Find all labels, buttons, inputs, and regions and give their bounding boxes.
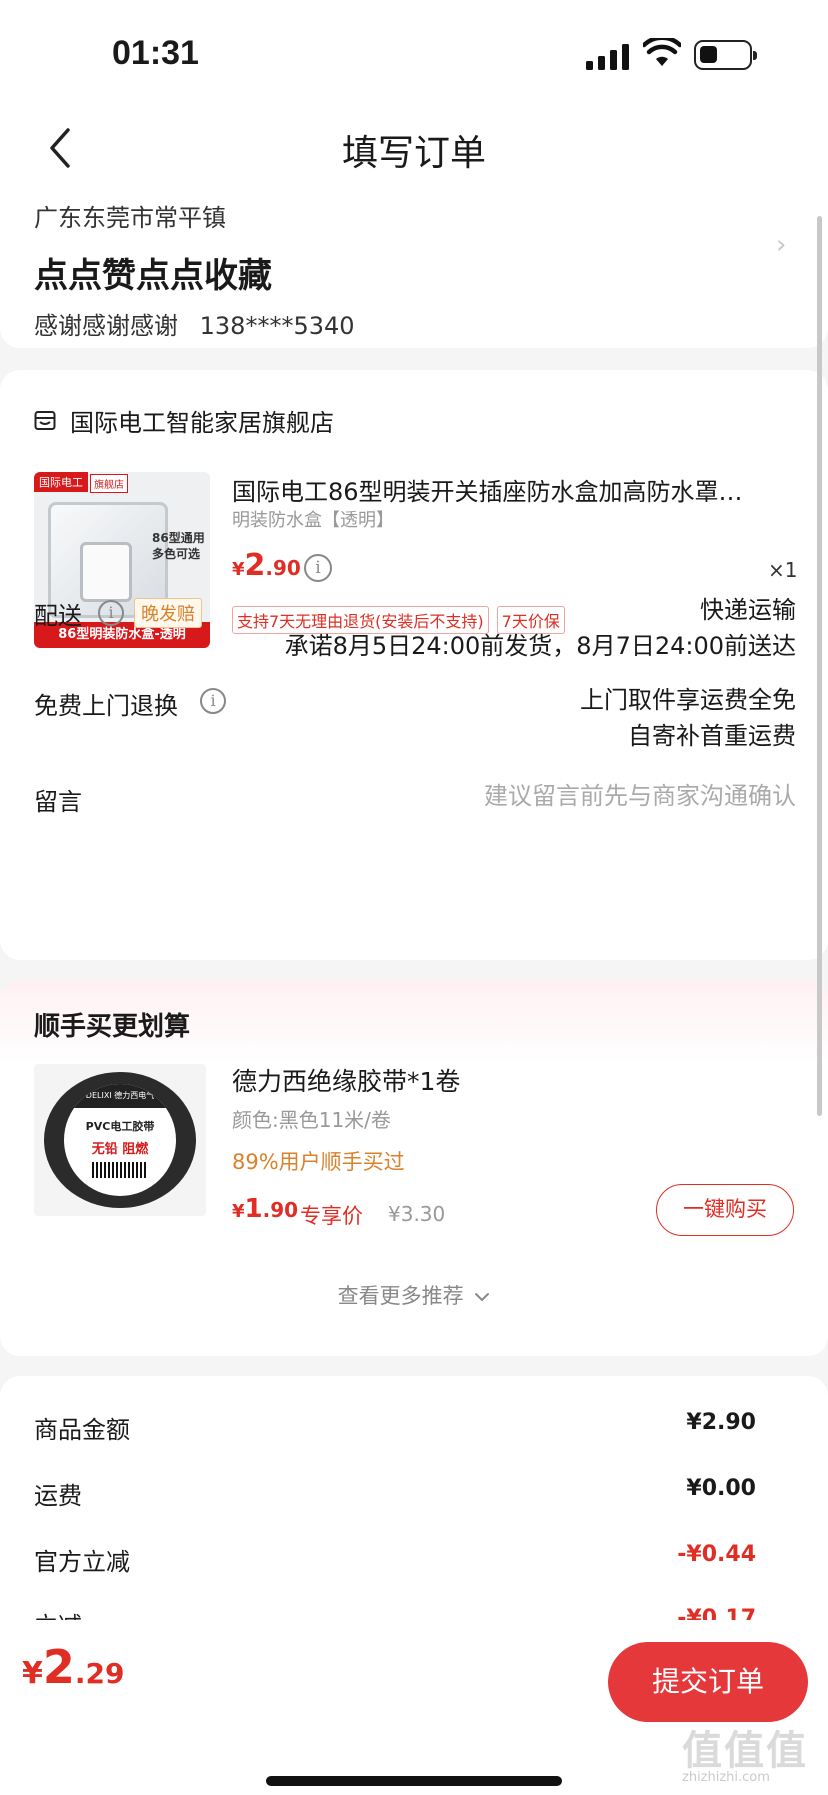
price-currency: ¥ bbox=[232, 559, 245, 580]
addon-price-currency: ¥ bbox=[232, 1201, 245, 1222]
address-contact: 感谢感谢感谢 138****5340 bbox=[34, 306, 355, 341]
free-return-row: 免费上门退换 i 上门取件享运费全免 自寄补首重运费 bbox=[34, 686, 796, 778]
return-line-1: 上门取件享运费全免 bbox=[580, 686, 796, 714]
delivery-label: 配送 bbox=[34, 602, 82, 630]
addon-social-proof: 89%用户顺手买过 bbox=[232, 1150, 405, 1174]
addon-price-integer: 1 bbox=[244, 1194, 263, 1224]
addon-price-decimal: .90 bbox=[262, 1198, 299, 1222]
note-row[interactable]: 留言 建议留言前先与商家沟通确认 bbox=[34, 782, 796, 822]
delivery-method: 快递运输 bbox=[700, 596, 796, 624]
summary-row-goods: 商品金额 ¥2.90 bbox=[34, 1410, 756, 1446]
summary-label: 商品金额 bbox=[34, 1416, 130, 1444]
price-integer: 2 bbox=[244, 548, 266, 583]
summary-label: 运费 bbox=[34, 1482, 82, 1510]
more-recommendations-link[interactable]: 查看更多推荐 bbox=[0, 1280, 828, 1310]
product-title[interactable]: 国际电工86型明装开关插座防水盒加高防水罩… bbox=[232, 472, 780, 507]
address-card[interactable]: 广东东莞市常平镇 点点赞点点收藏 感谢感谢感谢 138****5340 › bbox=[0, 190, 828, 348]
price-decimal: .90 bbox=[265, 556, 301, 580]
page-title: 填写订单 bbox=[341, 133, 486, 174]
contact-name: 感谢感谢感谢 bbox=[34, 312, 178, 340]
delivery-promise: 承诺8月5日24:00前发货，8月7日24:00前送达 bbox=[284, 632, 796, 660]
battery-icon bbox=[694, 40, 757, 70]
chevron-right-icon: › bbox=[776, 230, 787, 260]
addon-price: ¥1.90 bbox=[232, 1194, 298, 1224]
summary-value: ¥0.00 bbox=[686, 1476, 756, 1501]
checkout-bar: ¥2.29 提交订单 值值值 zhizhizhi.com bbox=[0, 1620, 828, 1795]
price-info-icon[interactable]: i bbox=[304, 554, 332, 582]
summary-value: -¥0.44 bbox=[677, 1542, 756, 1567]
exclusive-price-label: 专享价 bbox=[300, 1204, 363, 1228]
addon-section-title: 顺手买更划算 bbox=[34, 1012, 191, 1042]
addon-product-image[interactable]: DELIXI 德力西电气 PVC电工胶带 无铅 阻燃 bbox=[34, 1064, 206, 1216]
chevron-down-icon bbox=[475, 1293, 490, 1302]
addon-card: 顺手买更划算 DELIXI 德力西电气 PVC电工胶带 无铅 阻燃 德力西绝缘胶… bbox=[0, 980, 828, 1356]
original-price: ¥3.30 bbox=[388, 1202, 446, 1226]
one-click-buy-button[interactable]: 一键购买 bbox=[656, 1184, 794, 1236]
image-store-tag: 旗舰店 bbox=[90, 474, 128, 493]
watermark: 值值值 bbox=[682, 1728, 808, 1774]
total-currency: ¥ bbox=[22, 1656, 43, 1691]
order-card: 国际电工智能家居旗舰店 国际电工 旗舰店 86型通用 多色可选 86型明装防水盒… bbox=[0, 370, 828, 960]
status-time: 01:31 bbox=[112, 34, 199, 72]
shop-name: 国际电工智能家居旗舰店 bbox=[70, 408, 334, 437]
summary-value: ¥2.90 bbox=[686, 1410, 756, 1435]
tape-red-text: 无铅 阻燃 bbox=[91, 1142, 149, 1157]
shop-row[interactable]: 国际电工智能家居旗舰店 bbox=[34, 404, 334, 437]
summary-row-shipping: 运费 ¥0.00 bbox=[34, 1476, 756, 1512]
note-input[interactable]: 建议留言前先与商家沟通确认 bbox=[484, 778, 796, 814]
free-return-label: 免费上门退换 bbox=[34, 692, 178, 720]
delivery-row: 配送 i 晚发赔 快递运输 承诺8月5日24:00前发货，8月7日24:00前送… bbox=[34, 596, 796, 686]
image-brand-tag: 国际电工 bbox=[34, 472, 88, 492]
product-price: ¥2.90 bbox=[232, 548, 301, 583]
barcode bbox=[92, 1162, 148, 1178]
tape-brand-text: DELIXI 德力西电气 bbox=[64, 1084, 176, 1108]
total-decimal: .29 bbox=[74, 1657, 125, 1690]
return-info-icon[interactable]: i bbox=[200, 688, 226, 714]
total-integer: 2 bbox=[42, 1640, 75, 1694]
addon-product-name[interactable]: 德力西绝缘胶带*1卷 bbox=[232, 1062, 460, 1098]
return-line-2: 自寄补首重运费 bbox=[628, 722, 796, 750]
image-side-text: 86型通用 多色可选 bbox=[152, 531, 205, 561]
addon-product-spec: 颜色:黑色11米/卷 bbox=[232, 1108, 391, 1132]
product-quantity: ×1 bbox=[768, 558, 798, 582]
tape-pvc-text: PVC电工胶带 bbox=[85, 1120, 155, 1133]
contact-phone: 138****5340 bbox=[199, 312, 355, 340]
late-ship-compensation-tag: 晚发赔 bbox=[134, 598, 202, 628]
more-recommendations-label: 查看更多推荐 bbox=[337, 1284, 464, 1308]
scrollbar[interactable] bbox=[817, 216, 822, 1116]
cellular-signal-icon bbox=[586, 44, 629, 70]
product-spec[interactable]: 明装防水盒【透明】 bbox=[232, 506, 394, 532]
delivery-info-icon[interactable]: i bbox=[98, 600, 124, 626]
store-icon bbox=[34, 411, 56, 430]
order-total: ¥2.29 bbox=[22, 1640, 125, 1694]
address-region: 广东东莞市常平镇 bbox=[34, 204, 226, 232]
home-indicator[interactable] bbox=[266, 1776, 562, 1786]
summary-row-official-discount: 官方立减 -¥0.44 bbox=[34, 1542, 756, 1578]
wifi-icon bbox=[643, 38, 681, 66]
status-bar: 01:31 bbox=[0, 0, 828, 110]
nav-header: 填写订单 bbox=[0, 110, 828, 190]
summary-label: 官方立减 bbox=[34, 1548, 130, 1576]
submit-order-button[interactable]: 提交订单 bbox=[608, 1642, 808, 1722]
watermark-url: zhizhizhi.com bbox=[682, 1770, 770, 1785]
address-detail: 点点赞点点收藏 bbox=[34, 256, 272, 296]
note-label: 留言 bbox=[34, 788, 82, 816]
